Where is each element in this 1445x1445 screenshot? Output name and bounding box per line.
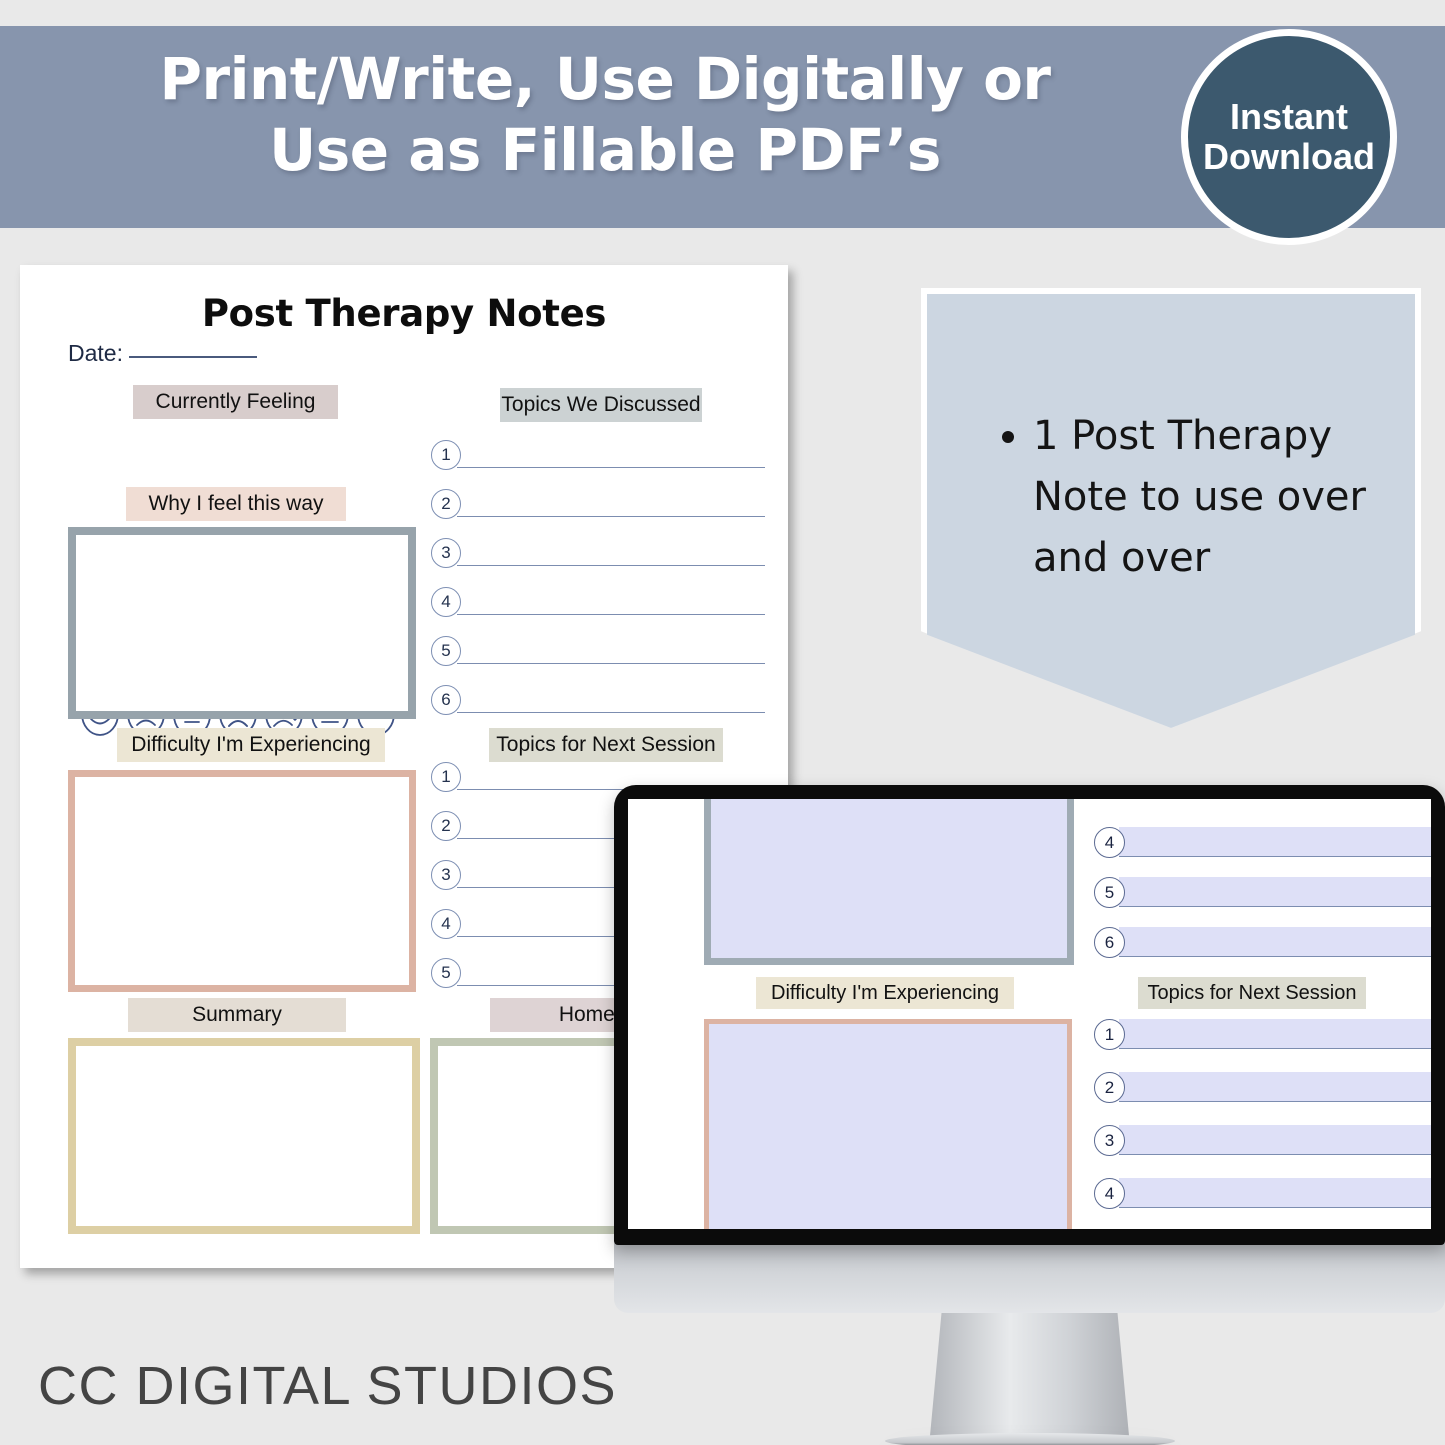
why-i-feel-textbox[interactable] xyxy=(68,527,416,719)
instant-download-badge-label: Instant Download xyxy=(1203,95,1375,177)
date-label: Date: xyxy=(68,340,123,366)
monitor-stand-base xyxy=(884,1433,1175,1445)
monitor-stand-neck xyxy=(929,1313,1130,1441)
row-write-line[interactable] xyxy=(457,467,765,468)
row-number: 3 xyxy=(431,538,461,568)
difficulty-textbox[interactable] xyxy=(68,770,416,992)
row-number: 2 xyxy=(1094,1072,1125,1103)
row-number: 4 xyxy=(1094,827,1125,858)
screen-why-i-feel-field[interactable] xyxy=(704,799,1074,965)
monitor-screen: 4 5 6 Difficulty I'm Experiencing Topics… xyxy=(628,799,1431,1229)
chip-currently-feeling: Currently Feeling xyxy=(133,385,338,419)
screen-chip-topics-next: Topics for Next Session xyxy=(1138,977,1366,1009)
row-number: 6 xyxy=(1094,927,1125,958)
row-number: 1 xyxy=(1094,1019,1125,1050)
row-number: 5 xyxy=(431,636,461,666)
poster-canvas: Print/Write, Use Digitally or Use as Fil… xyxy=(0,0,1445,1445)
pdf-fillable-field[interactable] xyxy=(1119,1178,1431,1208)
pdf-fillable-field[interactable] xyxy=(1119,1125,1431,1155)
pennant-bullet-list: 1 Post Therapy Note to use over and over xyxy=(999,406,1379,588)
row-write-line[interactable] xyxy=(457,614,765,615)
page-title: Print/Write, Use Digitally or Use as Fil… xyxy=(159,45,1051,184)
pdf-fillable-field[interactable] xyxy=(1119,1019,1431,1049)
chip-difficulty: Difficulty I'm Experiencing xyxy=(117,728,385,762)
row-number: 6 xyxy=(431,685,461,715)
date-field-row: Date: xyxy=(68,340,257,367)
pdf-fillable-field[interactable] xyxy=(1119,1072,1431,1102)
worksheet-title: Post Therapy Notes xyxy=(201,292,607,335)
row-number: 5 xyxy=(1094,877,1125,908)
monitor-chin xyxy=(614,1243,1445,1313)
brand-wordmark: CC DIGITAL STUDIOS xyxy=(38,1356,618,1416)
chip-topics-we-discussed: Topics We Discussed xyxy=(500,388,702,422)
list-item: 1 Post Therapy Note to use over and over xyxy=(1033,406,1379,588)
row-write-line[interactable] xyxy=(457,712,765,713)
row-number: 2 xyxy=(431,811,461,841)
pdf-fillable-field[interactable] xyxy=(1119,927,1431,957)
feature-pennant: 1 Post Therapy Note to use over and over xyxy=(921,288,1421,728)
pdf-fillable-field[interactable] xyxy=(1119,877,1431,907)
row-number: 4 xyxy=(431,587,461,617)
row-number: 4 xyxy=(1094,1178,1125,1209)
monitor-bezel: 4 5 6 Difficulty I'm Experiencing Topics… xyxy=(614,785,1445,1245)
row-number: 1 xyxy=(431,440,461,470)
screen-difficulty-field[interactable] xyxy=(704,1019,1072,1229)
row-number: 2 xyxy=(431,489,461,519)
row-write-line[interactable] xyxy=(457,663,765,664)
desktop-monitor-mockup: 4 5 6 Difficulty I'm Experiencing Topics… xyxy=(614,785,1445,1445)
row-number: 3 xyxy=(431,860,461,890)
row-number: 4 xyxy=(431,909,461,939)
row-number: 3 xyxy=(1094,1125,1125,1156)
row-number: 5 xyxy=(431,958,461,988)
chip-why-i-feel-this-way: Why I feel this way xyxy=(126,487,346,521)
chip-topics-next-session: Topics for Next Session xyxy=(489,728,723,762)
chip-summary: Summary xyxy=(128,998,346,1032)
instant-download-badge[interactable]: Instant Download xyxy=(1181,29,1397,245)
row-number: 1 xyxy=(431,762,461,792)
row-write-line[interactable] xyxy=(457,516,765,517)
screen-chip-difficulty: Difficulty I'm Experiencing xyxy=(756,977,1014,1009)
summary-textbox[interactable] xyxy=(68,1038,420,1234)
row-write-line[interactable] xyxy=(457,565,765,566)
date-input-rule[interactable] xyxy=(128,342,257,358)
pdf-fillable-field[interactable] xyxy=(1119,827,1431,857)
